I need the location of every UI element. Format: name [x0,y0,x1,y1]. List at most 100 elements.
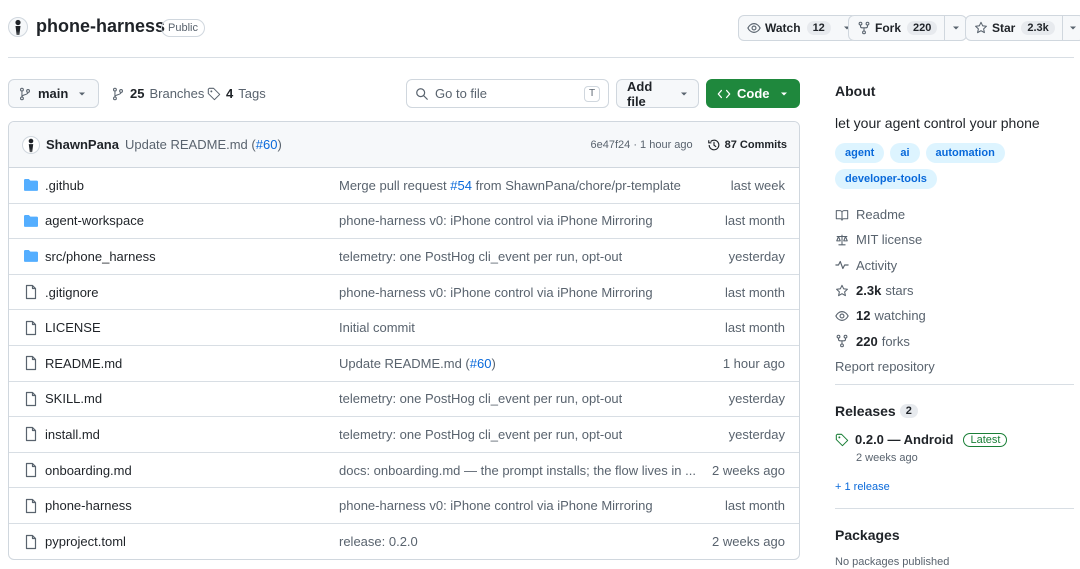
file-row[interactable]: LICENSE Initial commit last month [9,310,799,346]
branch-selector[interactable]: main [8,79,99,108]
file-commit-message[interactable]: telemetry: one PostHog cli_event per run… [339,249,622,264]
file-name[interactable]: SKILL.md [45,391,102,406]
releases-heading[interactable]: Releases 2 [835,403,918,419]
topic-tag[interactable]: ai [890,143,920,163]
file-commit-message[interactable]: Update README.md (#60) [339,356,496,371]
topic-tag[interactable]: automation [925,143,1005,163]
file-commit-date: last week [730,177,785,193]
packages-empty: No packages published [835,556,950,568]
star-button[interactable]: Star 2.3k [965,15,1080,41]
tags-count: 4 [226,86,234,101]
fork-icon [835,334,849,348]
license-label: MIT license [856,232,923,248]
file-name[interactable]: .github [45,178,84,193]
file-row[interactable]: README.md Update README.md (#60) 1 hour ag… [9,346,799,382]
about-meta-list: Readme MIT license Activity 2.3k stars 12… [835,202,1075,379]
star-icon [974,21,988,35]
file-name[interactable]: .gitignore [45,285,98,300]
stars-link[interactable]: 2.3k stars [835,278,1075,303]
file-row[interactable]: src/phone_harness telemetry: one PostHog … [9,239,799,275]
forks-label: forks [881,333,910,349]
commit-pr-link[interactable]: #60 [256,137,278,152]
branches-label: Branches [149,86,205,101]
code-icon [717,87,731,101]
file-commit-message[interactable]: docs: onboarding.md — the prompt install… [339,463,696,478]
file-name[interactable]: README.md [45,356,122,371]
tags-label: Tags [238,86,266,101]
file-commit-message[interactable]: telemetry: one PostHog cli_event per run… [339,427,622,442]
latest-release[interactable]: 0.2.0 — Android Latest [835,432,1008,447]
file-name[interactable]: agent-workspace [45,213,144,228]
file-name[interactable]: pyproject.toml [45,534,126,549]
file-row[interactable]: onboarding.md docs: onboarding.md — the p… [9,453,799,489]
commit-author[interactable]: ShawnPana [46,137,119,152]
star-caret[interactable] [1061,16,1080,40]
watch-count: 12 [806,21,831,35]
more-releases-link[interactable]: + 1 release [835,481,890,493]
file-row[interactable]: SKILL.md telemetry: one PostHog cli_event… [9,382,799,418]
forks-link[interactable]: 220 forks [835,328,1075,353]
commits-link[interactable]: 87 Commits [707,138,787,152]
repo-name[interactable]: phone-harness [36,16,165,37]
watching-link[interactable]: 12 watching [835,303,1075,328]
add-file-button[interactable]: Add file [616,79,699,109]
file-commit-message[interactable]: phone-harness v0: iPhone control via iPh… [339,498,653,513]
file-commit-message[interactable]: phone-harness v0: iPhone control via iPh… [339,213,653,228]
star-icon [835,284,849,298]
watch-button[interactable]: Watch 12 [738,15,857,41]
releases-label: Releases [835,403,896,419]
author-avatar[interactable] [22,135,40,154]
star-label: Star [992,21,1016,35]
file-commit-message[interactable]: phone-harness v0: iPhone control via iPh… [339,285,653,300]
fork-count: 220 [907,21,938,35]
file-icon [23,534,39,550]
file-row[interactable]: install.md telemetry: one PostHog cli_eve… [9,417,799,453]
packages-heading[interactable]: Packages [835,527,900,543]
report-repository-link[interactable]: Report repository [835,354,1075,379]
file-row[interactable]: .gitignore phone-harness v0: iPhone contr… [9,275,799,311]
fork-button[interactable]: Fork 220 [848,15,968,41]
file-name[interactable]: onboarding.md [45,463,132,478]
star-count: 2.3k [1021,21,1055,35]
code-button[interactable]: Code [706,79,800,108]
report-label: Report repository [835,358,935,374]
fork-caret[interactable] [944,16,966,40]
commit-pr-link[interactable]: #60 [470,356,492,371]
file-name[interactable]: src/phone_harness [45,249,156,264]
repo-header: phone-harness Public Watch 12 Fork 220 S… [0,0,1080,58]
topic-tag[interactable]: agent [835,143,885,163]
file-commit-date: yesterday [728,391,785,407]
branch-icon [18,87,32,101]
file-row[interactable]: phone-harness phone-harness v0: iPhone co… [9,488,799,524]
file-icon [23,284,39,300]
commit-pr-link[interactable]: #54 [450,178,472,193]
file-name[interactable]: LICENSE [45,320,101,335]
file-commit-message[interactable]: release: 0.2.0 [339,534,418,549]
readme-label: Readme [856,207,906,223]
file-commit-message[interactable]: Merge pull request #54 from ShawnPana/ch… [339,178,681,193]
commit-message[interactable]: Update README.md (#60) [125,137,282,152]
eye-icon [835,309,849,323]
owner-avatar[interactable] [8,17,28,37]
go-to-file-input[interactable]: Go to file T [406,79,609,108]
file-name[interactable]: phone-harness [45,498,132,513]
shortcut-key: T [584,85,600,102]
file-icon [23,498,39,514]
code-label: Code [737,86,770,101]
branches-link[interactable]: 25 Branches [111,86,204,101]
file-name[interactable]: install.md [45,427,100,442]
file-commit-message[interactable]: telemetry: one PostHog cli_event per run… [339,391,622,406]
file-row[interactable]: agent-workspace phone-harness v0: iPhone … [9,204,799,240]
book-icon [835,208,849,222]
activity-link[interactable]: Activity [835,253,1075,278]
license-link[interactable]: MIT license [835,227,1075,252]
activity-label: Activity [856,257,898,273]
commit-sha[interactable]: 6e47f24 · 1 hour ago [591,139,693,151]
chevron-down-icon [78,90,86,98]
readme-link[interactable]: Readme [835,202,1075,227]
file-row[interactable]: pyproject.toml release: 0.2.0 2 weeks ago [9,524,799,559]
file-commit-message[interactable]: Initial commit [339,320,415,335]
file-row[interactable]: .github Merge pull request #54 from Shawn… [9,168,799,204]
tags-link[interactable]: 4 Tags [207,86,266,101]
topic-tag[interactable]: developer-tools [835,169,937,189]
